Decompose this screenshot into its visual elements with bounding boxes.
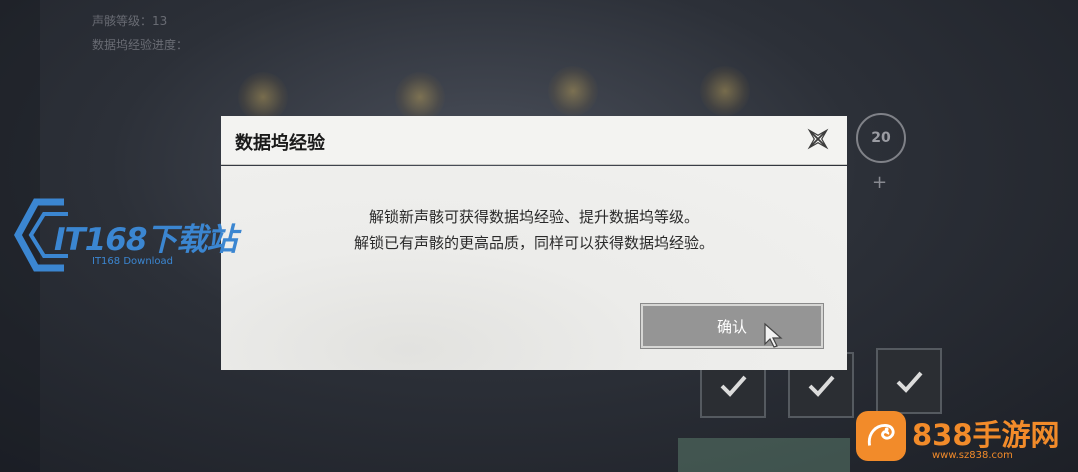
echo-medal (395, 72, 445, 122)
dialog-message: 解锁新声骸可获得数据坞经验、提升数据坞等级。 解锁已有声骸的更高品质，同样可以获… (221, 204, 847, 256)
dragon-logo-icon (856, 411, 906, 461)
checkbox-3[interactable] (876, 348, 942, 414)
close-button[interactable] (801, 122, 835, 156)
bg-level-text: 声骸等级：13 (92, 14, 168, 28)
data-bank-exp-dialog: 数据坞经验 解锁新声骸可获得数据坞经验、提升数据坞等级。 解锁已有声骸的更高品质… (221, 116, 847, 370)
dialog-message-line-2: 解锁已有声骸的更高品质，同样可以获得数据坞经验。 (353, 234, 714, 252)
echo-medal (700, 66, 750, 116)
dragon-icon (867, 424, 895, 446)
settings-row (130, 384, 510, 410)
mouse-cursor-icon (764, 322, 783, 348)
close-icon (807, 128, 829, 150)
it168-subtitle: IT168 Download (92, 256, 174, 267)
site838-watermark: 838手游网 www.sz838.com (852, 408, 1076, 470)
dialog-header: 数据坞经验 (221, 116, 847, 165)
checkmark-icon (720, 375, 747, 397)
confirm-button[interactable]: 确认 (641, 304, 823, 348)
settings-row (130, 422, 510, 448)
it168-title: IT168下载站 (54, 222, 237, 258)
dialog-title: 数据坞经验 (235, 133, 325, 154)
level-badge: 20 (856, 113, 906, 163)
it168-watermark: IT168下载站 IT168 Download (14, 198, 254, 274)
echo-medal (548, 66, 598, 116)
site838-url: www.sz838.com (932, 450, 1013, 461)
checkmark-icon (808, 375, 835, 397)
checkmark-icon (896, 371, 923, 393)
level-badge-text: 20 (871, 130, 891, 146)
bg-action-button (678, 438, 850, 472)
echo-medal (238, 72, 288, 122)
dialog-body: 解锁新声骸可获得数据坞经验、提升数据坞等级。 解锁已有声骸的更高品质，同样可以获… (221, 166, 847, 370)
site838-title: 838手游网 (912, 418, 1060, 452)
bg-progress-text: 数据坞经验进度： (92, 38, 189, 52)
dialog-message-line-1: 解锁新声骸可获得数据坞经验、提升数据坞等级。 (368, 208, 699, 226)
plus-icon: + (872, 172, 888, 193)
